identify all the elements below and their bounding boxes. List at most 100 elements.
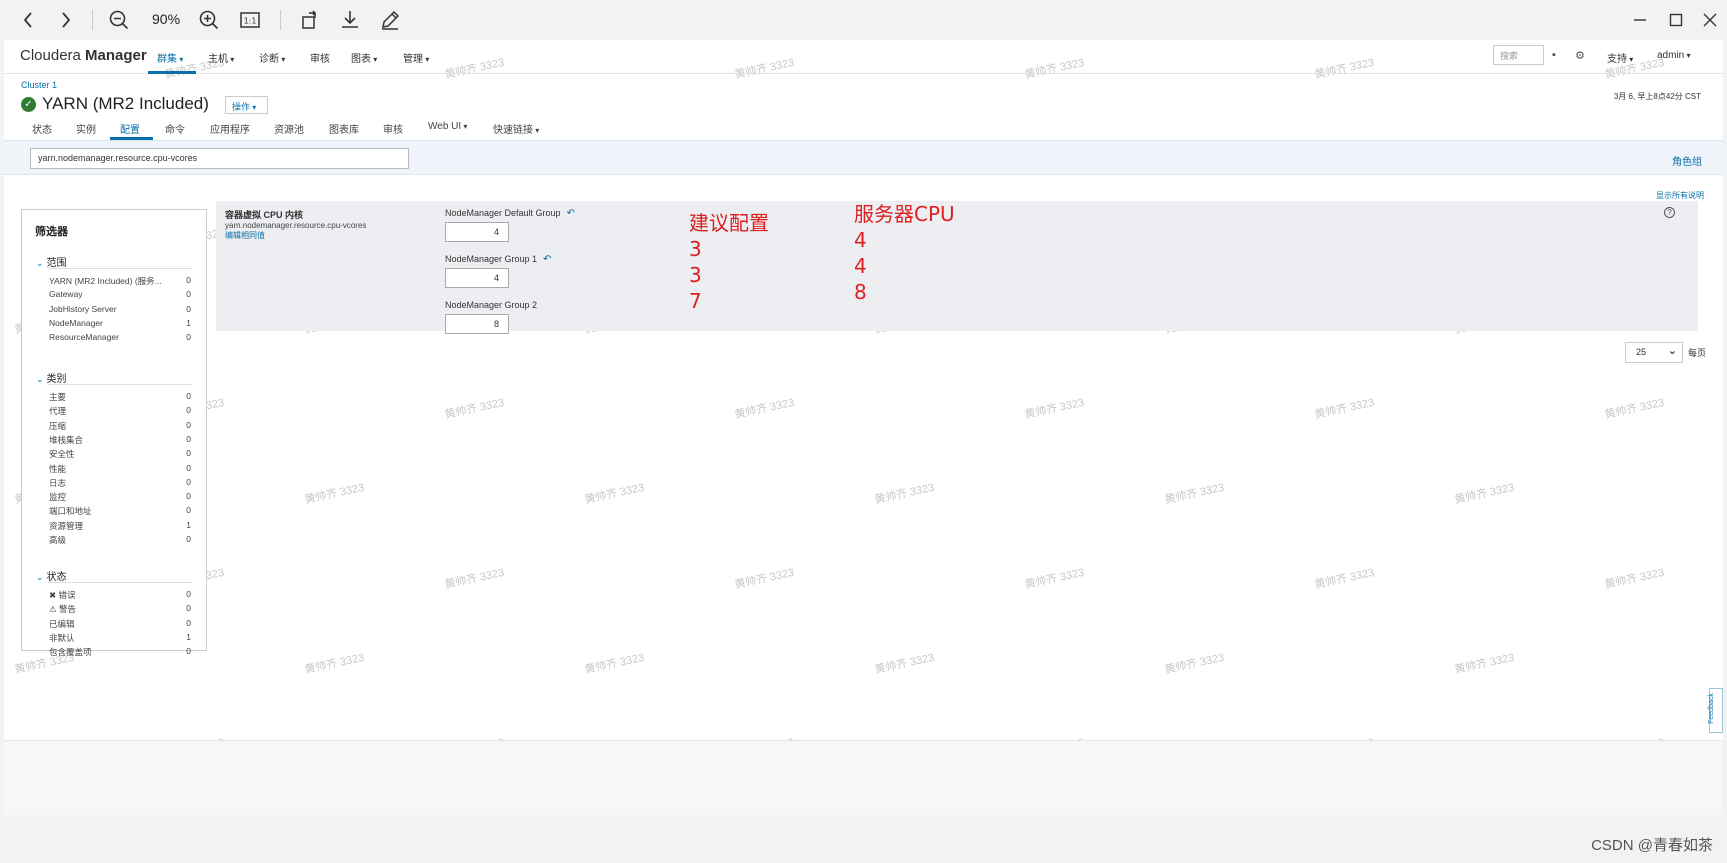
scope-filter-row[interactable]: YARN (MR2 Included) (服务... 0 [49,275,191,287]
rotate-icon[interactable] [298,6,322,34]
category-filter-label: 性能 [49,463,67,474]
status-filter-row[interactable]: ✖ 错误 0 [49,589,191,601]
watermark-text: 黄帅齐 3323 [1163,481,1226,507]
filter-section-scope[interactable]: ⌄ 范围 [36,254,67,269]
annotation-value: 7 [689,289,702,313]
tab-configuration[interactable]: 配置 [120,121,140,136]
watermark-text: 黄帅齐 3323 [1023,566,1086,592]
nav-cluster[interactable]: 群集 [157,50,183,65]
scope-filter-label: Gateway [49,289,83,300]
watermark-text: 黄帅齐 3323 [1023,396,1086,422]
category-filter-row[interactable]: 资源管理 1 [49,520,191,532]
nav-hosts[interactable]: 主机 [208,50,234,65]
status-filter-count: 0 [186,603,191,614]
zoom-level: 90% [152,11,181,27]
divider [48,268,192,269]
group-value-input-group2[interactable]: 8 [445,314,509,334]
category-filter-row[interactable]: 主要 0 [49,391,191,403]
category-filter-row[interactable]: 高级 0 [49,534,191,546]
annotation-title: 建议配置 [689,211,769,235]
watermark-text: 黄帅齐 3323 [303,651,366,677]
tab-chart-library[interactable]: 图表库 [329,121,359,136]
nav-diagnostics[interactable]: 诊断 [259,50,285,65]
category-filter-count: 0 [186,405,191,416]
brand-logo[interactable]: Cloudera Manager [20,47,147,64]
feedback-tab[interactable]: Feedback [1708,688,1723,733]
divider [48,582,192,583]
tab-instances[interactable]: 实例 [76,121,96,136]
maximize-icon[interactable] [1664,8,1688,32]
breadcrumb-cluster[interactable]: Cluster 1 [21,80,57,90]
group-value-input-group1[interactable]: 4 [445,268,509,288]
tab-applications[interactable]: 应用程序 [210,121,250,136]
filter-section-category[interactable]: ⌄ 类别 [36,370,67,385]
scope-filter-row[interactable]: Gateway 0 [49,289,191,301]
annotation-value: 3 [689,237,702,261]
nav-charts[interactable]: 图表 [351,50,377,65]
help-icon[interactable]: ? [1664,207,1675,218]
edit-same-value-link[interactable]: 编辑相同值 [225,230,265,241]
watermark-text: 黄帅齐 3323 [873,481,936,507]
config-search-input[interactable]: yarn.nodemanager.resource.cpu-vcores [30,148,409,169]
undo-icon[interactable]: ↶ [543,254,551,265]
top-navigation: Cloudera Manager 群集 主机 诊断 审核 图表 管理 搜索 ▪ … [4,40,1723,74]
download-icon[interactable] [338,6,362,34]
zoom-in-icon[interactable] [197,6,221,34]
group-label-group2: NodeManager Group 2 [445,300,538,310]
per-page-select[interactable]: 25 [1625,342,1683,363]
role-groups-link[interactable]: 角色组 [1672,153,1702,168]
timestamp: 3月 6, 早上8点42分 CST [1613,92,1701,101]
tab-resource-pools[interactable]: 资源池 [274,121,304,136]
show-all-descriptions-link[interactable]: 显示所有说明 [1656,190,1704,201]
category-filter-row[interactable]: 监控 0 [49,491,191,503]
scope-filter-row[interactable]: ResourceManager 0 [49,332,191,344]
category-filter-label: 主要 [49,392,67,402]
category-filter-count: 0 [186,505,191,516]
watermark-text: 黄帅齐 3323 [873,651,936,677]
actions-button[interactable]: 操作 [225,96,268,114]
tab-quick-links[interactable]: 快速链接 [493,121,539,136]
tasks-icon[interactable]: ⚙ [1575,49,1585,62]
scope-filter-row[interactable]: JobHistory Server 0 [49,304,191,316]
category-filter-row[interactable]: 安全性 0 [49,448,191,460]
back-arrow-icon[interactable] [18,6,38,34]
undo-icon[interactable]: ↶ [567,208,575,219]
forward-arrow-icon[interactable] [56,6,76,34]
global-search-input[interactable]: 搜索 [1493,45,1544,65]
status-filter-row[interactable]: ⚠ 警告 0 [49,603,191,615]
watermark-text: 黄帅齐 3323 [1603,396,1666,422]
tab-commands[interactable]: 命令 [165,121,185,136]
tab-web-ui[interactable]: Web UI [428,121,467,132]
close-icon[interactable] [1698,8,1722,32]
status-filter-row[interactable]: 非默认 1 [49,632,191,644]
category-filter-row[interactable]: 堆栈集合 0 [49,434,191,446]
tab-audit[interactable]: 审核 [383,121,403,136]
minimize-icon[interactable] [1628,8,1652,32]
status-ok-icon: ✓ [21,97,36,112]
category-filter-row[interactable]: 压缩 0 [49,420,191,432]
watermark-text: 黄帅齐 3323 [1453,481,1516,507]
category-filter-row[interactable]: 日志 0 [49,477,191,489]
nav-admin[interactable]: 管理 [403,50,429,65]
category-filter-row[interactable]: 端口和地址 0 [49,505,191,517]
category-filter-label: 端口和地址 [49,506,92,517]
nav-user-admin[interactable]: admin [1657,50,1691,61]
status-filter-row[interactable]: 已编辑 0 [49,618,191,630]
watermark-text: 黄帅齐 3323 [733,396,796,422]
group-value-input-default[interactable]: 4 [445,222,509,242]
tab-status[interactable]: 状态 [32,121,52,136]
filter-section-status[interactable]: ⌄ 状态 [36,568,67,583]
edit-pen-icon[interactable] [378,6,402,34]
category-filter-row[interactable]: 性能 0 [49,463,191,475]
scope-filter-count: 1 [186,317,191,328]
briefcase-icon[interactable]: ▪ [1552,49,1556,61]
status-filter-label: ✖ 错误 [49,590,76,600]
scope-filter-row[interactable]: NodeManager 1 [49,318,191,330]
status-filter-row[interactable]: 包含覆盖项 0 [49,646,191,658]
nav-audit[interactable]: 审核 [310,50,330,65]
category-filter-row[interactable]: 代理 0 [49,405,191,417]
actual-size-icon[interactable]: 1:1 [238,6,262,34]
zoom-out-icon[interactable] [107,6,131,34]
watermark-text: 黄帅齐 3323 [303,481,366,507]
nav-support[interactable]: 支持 [1607,50,1633,65]
